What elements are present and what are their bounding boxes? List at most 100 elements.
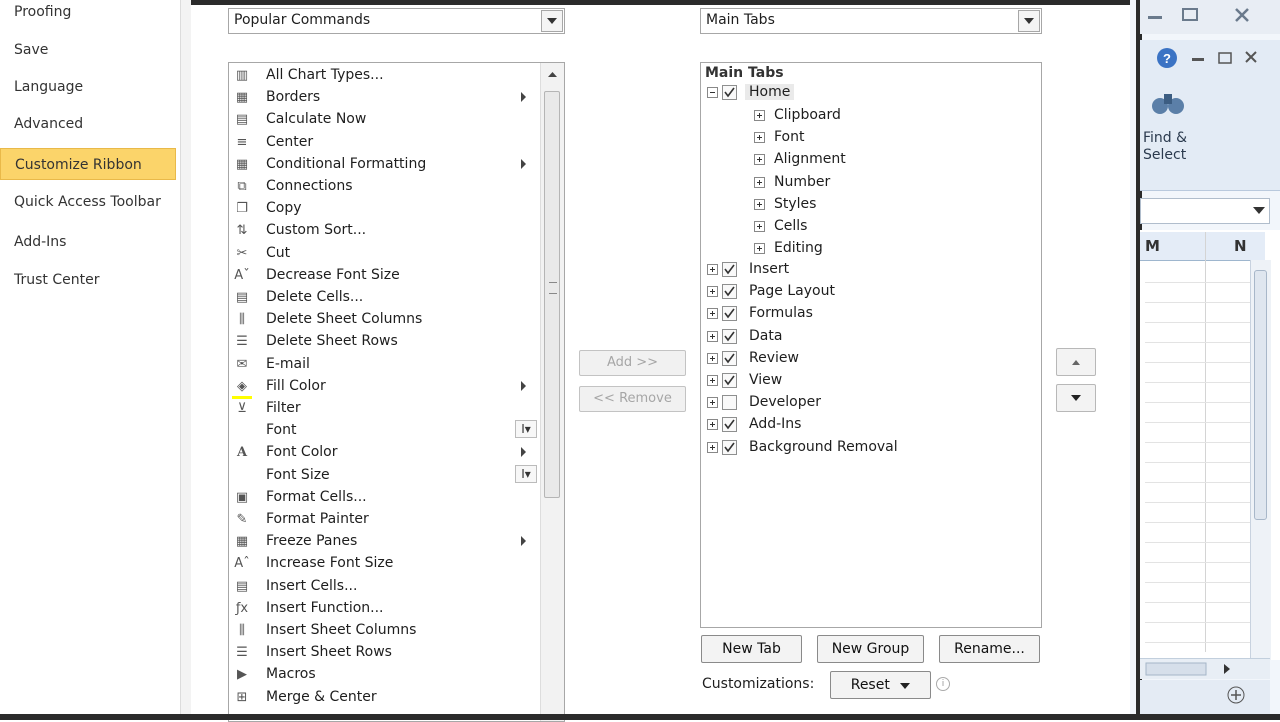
tree-group[interactable]: Clipboard — [754, 105, 1054, 127]
command-item[interactable]: ✎ Format Painter — [229, 509, 539, 531]
tab-checkbox[interactable] — [722, 262, 737, 277]
tree-group[interactable]: Cells — [754, 216, 1054, 238]
command-item[interactable]: ❐ Copy — [229, 198, 539, 220]
new-tab-button[interactable]: New Tab — [701, 635, 802, 663]
command-item[interactable]: ▦ Borders — [229, 87, 539, 109]
nav-item-advanced[interactable]: Advanced — [0, 108, 176, 140]
expand-icon[interactable] — [707, 375, 718, 386]
collapse-icon[interactable] — [707, 87, 718, 98]
tree-tab[interactable]: Formulas — [707, 303, 1007, 325]
nav-item-add-ins[interactable]: Add-Ins — [0, 226, 176, 258]
command-item[interactable]: ▦ Conditional Formatting — [229, 154, 539, 176]
tree-group[interactable]: Styles — [754, 194, 1054, 216]
choose-commands-dropdown[interactable]: Popular Commands — [228, 8, 565, 34]
command-item[interactable]: ƒx Insert Function... — [229, 598, 539, 620]
expand-icon[interactable] — [754, 154, 765, 166]
expand-icon[interactable] — [707, 330, 718, 342]
command-item[interactable]: Font I▾ — [229, 420, 539, 442]
nav-item-quick-access-toolbar[interactable]: Quick Access Toolbar — [0, 186, 176, 218]
tree-group[interactable]: Font — [754, 127, 1054, 149]
tab-checkbox[interactable] — [722, 395, 737, 411]
rename-button[interactable]: Rename... — [939, 635, 1040, 663]
grid-line — [1145, 602, 1255, 603]
command-item[interactable]: ☰ Delete Sheet Rows — [229, 331, 539, 353]
expand-icon[interactable] — [707, 419, 718, 431]
command-item[interactable]: ⧉ Connections — [229, 176, 539, 198]
tab-checkbox[interactable] — [722, 284, 737, 300]
expand-icon[interactable] — [707, 441, 718, 453]
command-item[interactable]: ▤ Insert Cells... — [229, 576, 539, 598]
command-item[interactable]: Font Size I▾ — [229, 464, 539, 487]
expand-icon[interactable] — [707, 397, 718, 409]
command-item[interactable]: ⫼ Delete Sheet Columns — [229, 309, 539, 331]
expand-icon[interactable] — [707, 308, 718, 320]
tab-checkbox[interactable] — [722, 306, 737, 322]
command-item[interactable]: ▥ All Chart Types... — [229, 65, 539, 87]
command-item[interactable]: ▤ Calculate Now — [229, 109, 539, 131]
command-item[interactable]: ▤ Delete Cells... — [229, 287, 539, 309]
expand-icon[interactable] — [754, 110, 765, 121]
tree-tab-home[interactable]: Home — [707, 82, 1007, 104]
chevron-down-icon[interactable] — [541, 10, 563, 32]
expand-icon[interactable] — [754, 243, 765, 255]
reset-button[interactable]: Reset — [830, 671, 931, 699]
move-up-button[interactable] — [1056, 348, 1096, 376]
command-item[interactable]: ≡ Center — [229, 132, 539, 154]
expand-icon[interactable] — [754, 132, 765, 144]
format-cells-icon: ▣ — [235, 489, 249, 505]
nav-item-save[interactable]: Save — [0, 34, 176, 66]
command-item[interactable]: ◈ Fill Color — [229, 376, 539, 399]
tree-tab[interactable]: Review — [707, 348, 1007, 370]
command-item[interactable]: ⊻ Filter — [229, 398, 539, 420]
new-group-button[interactable]: New Group — [817, 635, 924, 663]
ribbon-tree[interactable]: Main Tabs Home Clipboard Font Alignment Numb… — [700, 62, 1042, 628]
tree-group[interactable]: Number — [754, 172, 1054, 194]
tree-tab[interactable]: Add-Ins — [707, 414, 1007, 436]
nav-item-customize-ribbon[interactable]: Customize Ribbon — [0, 148, 176, 180]
tree-tab[interactable]: Background Removal — [707, 437, 1007, 459]
tab-checkbox[interactable] — [722, 350, 737, 366]
expand-icon[interactable] — [754, 221, 765, 232]
command-item[interactable]: A Font Color — [229, 442, 539, 464]
command-item[interactable]: Aˆ Increase Font Size — [229, 553, 539, 575]
command-item[interactable]: ⊞ Merge & Center — [229, 687, 539, 709]
tree-tab[interactable]: View — [707, 370, 1007, 392]
tree-tab[interactable]: Developer — [707, 392, 1007, 414]
commands-scrollbar[interactable] — [540, 63, 564, 721]
scrollbar-thumb[interactable] — [544, 91, 560, 498]
tree-tab[interactable]: Page Layout — [707, 281, 1007, 303]
nav-item-trust-center[interactable]: Trust Center — [0, 264, 176, 296]
command-item[interactable]: ✂ Cut — [229, 243, 539, 265]
expand-icon[interactable] — [754, 198, 765, 210]
command-item[interactable]: ✉ E-mail — [229, 354, 539, 376]
expand-icon[interactable] — [707, 264, 718, 275]
remove-button[interactable]: << Remove — [579, 386, 686, 412]
command-item[interactable]: ▣ Format Cells... — [229, 487, 539, 509]
nav-item-proofing[interactable]: Proofing — [0, 0, 176, 28]
command-item[interactable]: ▦ Freeze Panes — [229, 531, 539, 553]
tab-checkbox[interactable] — [722, 373, 737, 388]
expand-icon[interactable] — [707, 352, 718, 364]
tab-checkbox[interactable] — [722, 417, 737, 433]
tree-tab[interactable]: Data — [707, 326, 1007, 348]
tab-checkbox[interactable] — [722, 85, 737, 100]
expand-icon[interactable] — [707, 286, 718, 298]
move-down-button[interactable] — [1056, 384, 1096, 412]
command-item[interactable]: Aˇ Decrease Font Size — [229, 265, 539, 287]
expand-icon[interactable] — [754, 176, 765, 188]
add-button[interactable]: Add >> — [579, 350, 686, 376]
customize-ribbon-dropdown[interactable]: Main Tabs — [700, 8, 1042, 34]
tab-checkbox[interactable] — [722, 439, 737, 455]
tree-group[interactable]: Alignment — [754, 149, 1054, 171]
scroll-up-icon[interactable] — [541, 63, 564, 87]
tree-group[interactable]: Editing — [754, 238, 1054, 260]
command-item[interactable]: ⇅ Custom Sort... — [229, 220, 539, 242]
chevron-down-icon[interactable] — [1018, 10, 1040, 32]
tree-tab[interactable]: Insert — [707, 259, 1007, 281]
nav-item-language[interactable]: Language — [0, 71, 176, 103]
command-item[interactable]: ▶ Macros — [229, 664, 539, 686]
tab-checkbox[interactable] — [722, 328, 737, 344]
command-item[interactable]: ⫼ Insert Sheet Columns — [229, 620, 539, 642]
commands-list[interactable]: ▥ All Chart Types... ▦ Borders ▤ Calculate No… — [228, 62, 565, 722]
command-item[interactable]: ☰ Insert Sheet Rows — [229, 642, 539, 664]
